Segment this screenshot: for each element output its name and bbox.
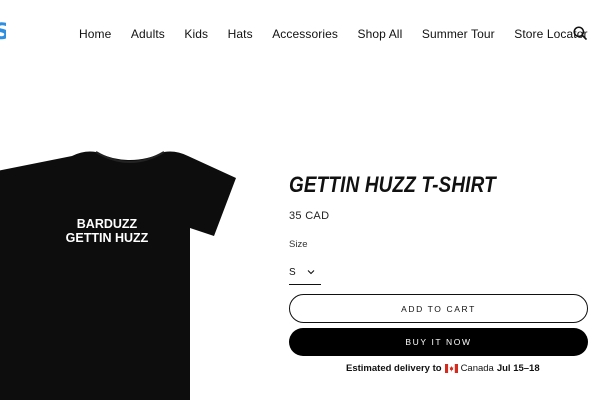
nav-summer-tour[interactable]: Summer Tour: [422, 27, 495, 41]
shirt-print-line1: BARDUZZ: [77, 217, 138, 231]
buy-now-button[interactable]: BUY IT NOW: [289, 328, 588, 356]
nav-accessories[interactable]: Accessories: [272, 27, 338, 41]
size-select[interactable]: S: [289, 262, 321, 285]
size-label: Size: [289, 239, 308, 250]
delivery-prefix: Estimated delivery to: [346, 362, 442, 374]
chevron-down-icon: [307, 270, 315, 275]
search-icon[interactable]: [573, 26, 587, 40]
nav-kids[interactable]: Kids: [184, 27, 208, 41]
tshirt-shape: [0, 151, 236, 400]
main-nav: Home Adults Kids Hats Accessories Shop A…: [79, 24, 600, 44]
delivery-estimate: Estimated delivery to Canada Jul 15–18: [346, 361, 540, 375]
nav-adults[interactable]: Adults: [131, 27, 165, 41]
shirt-print-line2: GETTIN HUZZ: [66, 231, 149, 245]
nav-shop-all[interactable]: Shop All: [358, 27, 403, 41]
nav-home[interactable]: Home: [79, 27, 111, 41]
site-logo[interactable]: S: [0, 22, 6, 44]
product-price: 35 CAD: [289, 210, 330, 222]
size-value: S: [289, 267, 296, 278]
product-image: BARDUZZ GETTIN HUZZ: [0, 151, 236, 400]
canada-flag-icon: [444, 363, 458, 373]
nav-hats[interactable]: Hats: [228, 27, 253, 41]
product-title: GETTIN HUZZ T-SHIRT: [289, 172, 496, 197]
delivery-dates: Jul 15–18: [496, 362, 540, 374]
delivery-country: Canada: [460, 362, 494, 374]
add-to-cart-button[interactable]: ADD TO CART: [289, 294, 588, 323]
